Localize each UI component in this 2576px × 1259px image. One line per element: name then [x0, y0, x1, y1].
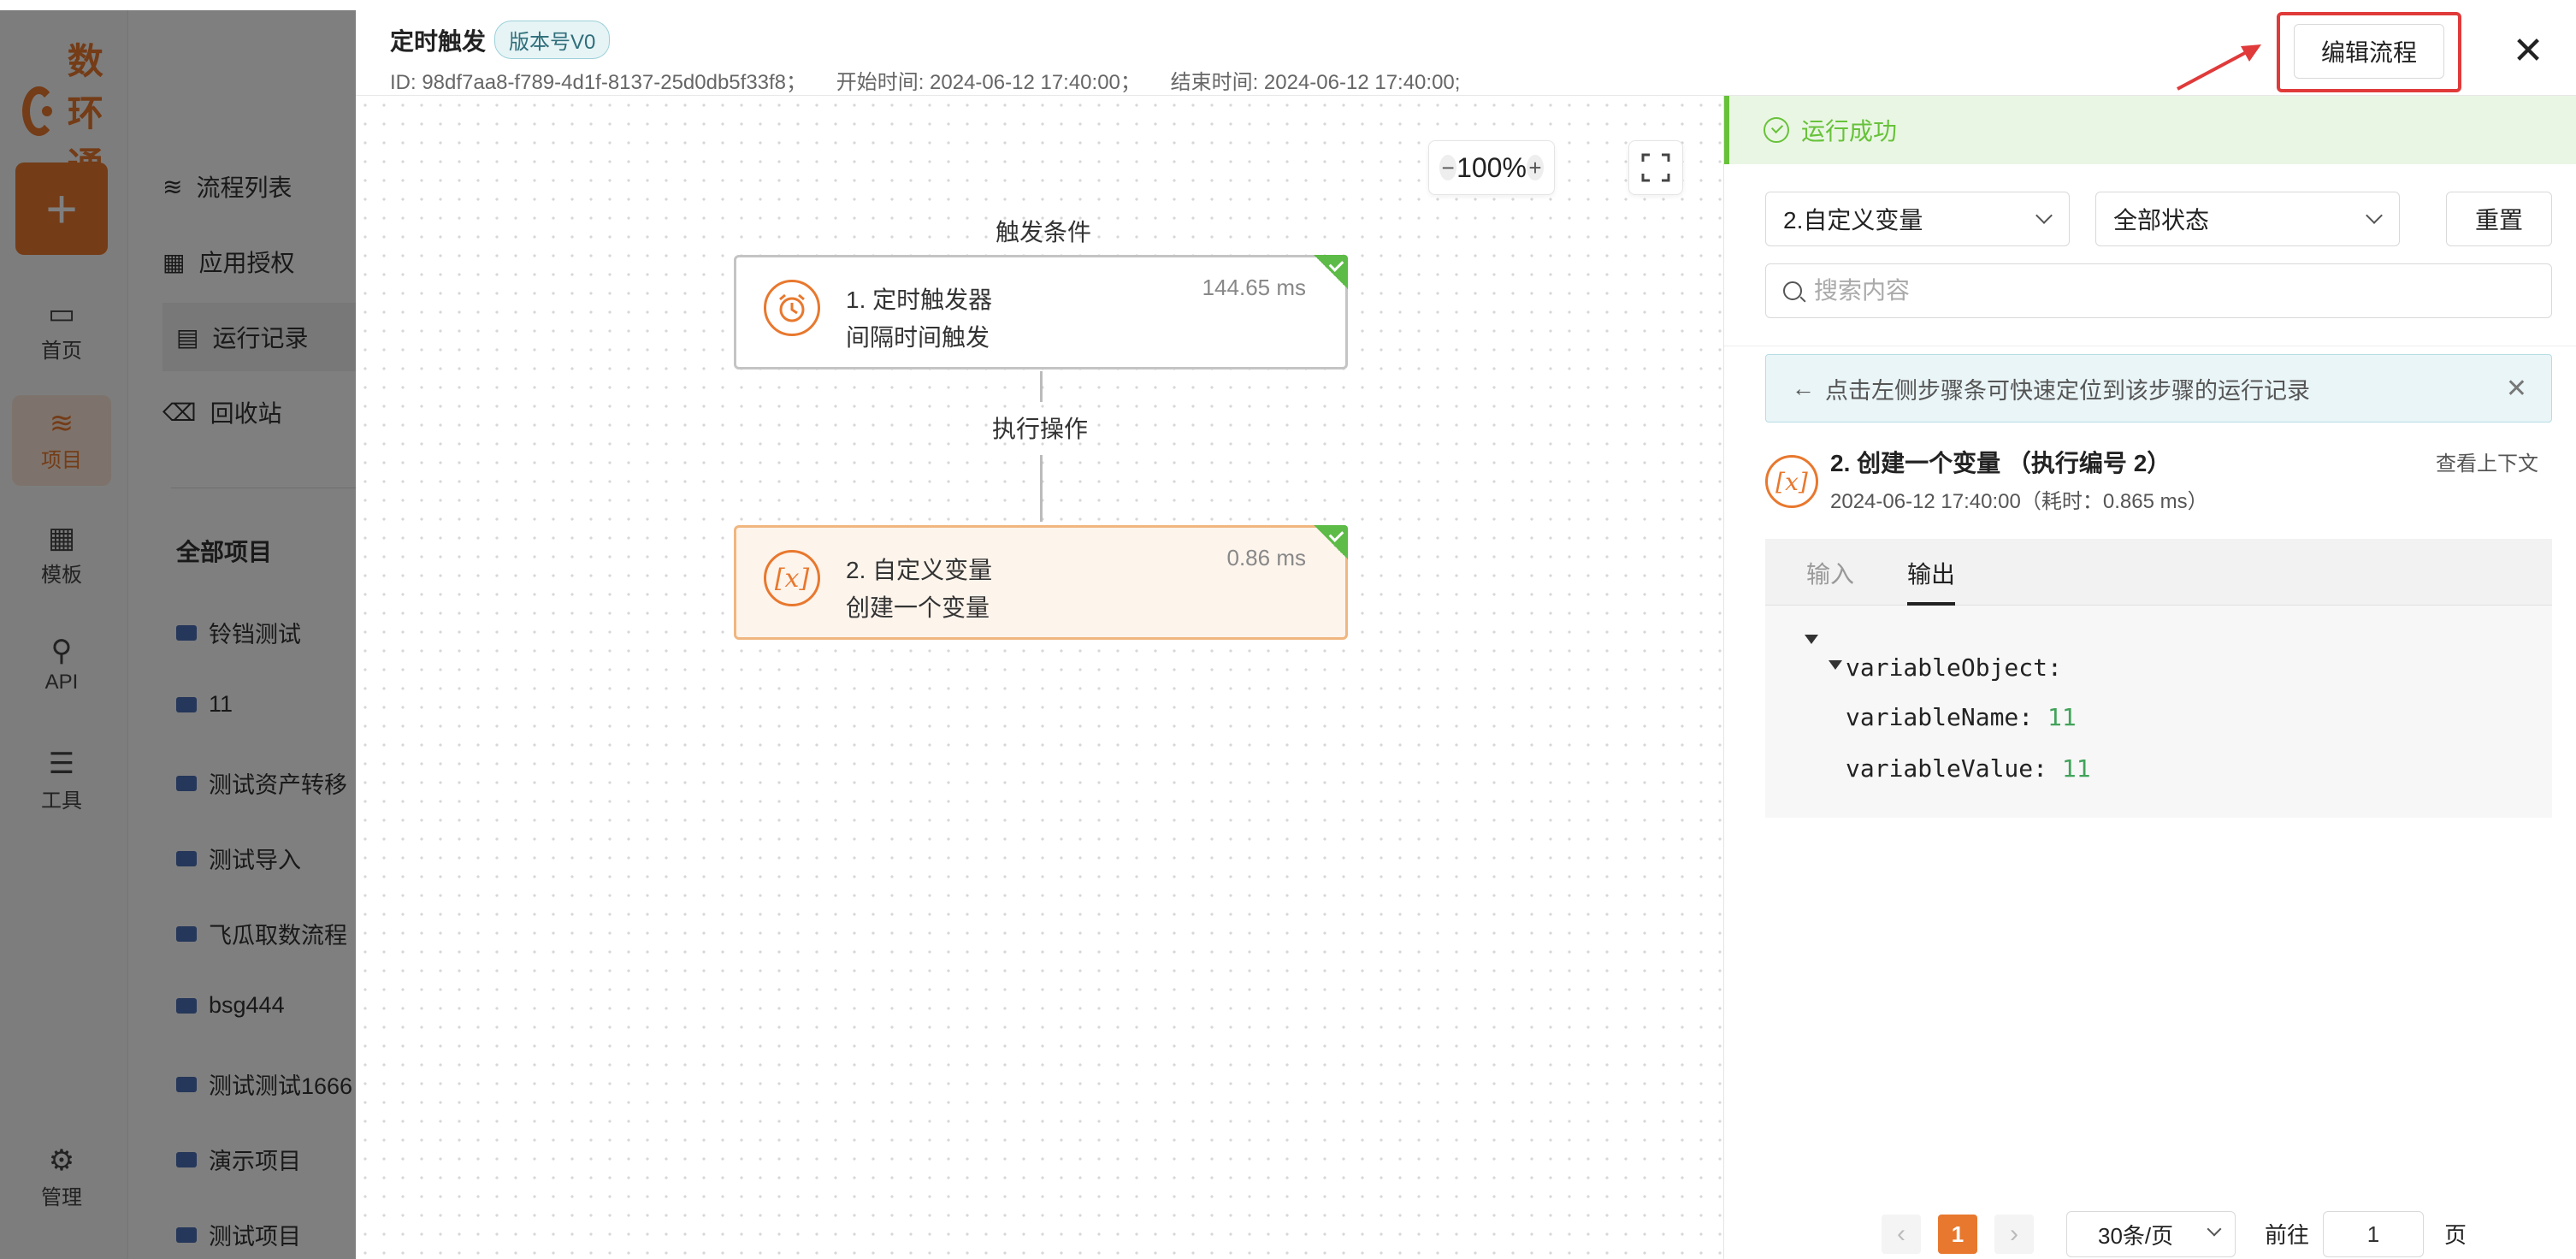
- success-check-icon: [1314, 255, 1348, 289]
- node-duration: 0.86 ms: [1226, 545, 1307, 570]
- chevron-down-icon: [2035, 207, 2053, 224]
- action-label: 执行操作: [992, 416, 1089, 442]
- variable-icon: [x]: [1765, 455, 1818, 508]
- red-arrow-annotation: [2177, 44, 2261, 91]
- pagination: ‹ 1 › 30条/页 前往 1 页: [1724, 1208, 2576, 1259]
- node-title: 2. 自定义变量: [846, 557, 993, 583]
- version-badge: 版本号V0: [494, 21, 611, 59]
- run-detail-drawer: 定时触发 版本号V0 ID: 98df7aa8-f789-4d1f-8137-2…: [356, 10, 2576, 1259]
- goto-page-input[interactable]: 1: [2323, 1211, 2424, 1257]
- success-check-icon: [1314, 525, 1348, 559]
- reset-button[interactable]: 重置: [2446, 192, 2552, 246]
- zoom-control: − 100% +: [1428, 140, 1555, 195]
- connector-line: [1040, 371, 1043, 402]
- page-size-select[interactable]: 30条/页: [2066, 1211, 2236, 1257]
- tab-output[interactable]: 输出: [1907, 556, 1955, 590]
- end-time: 结束时间: 2024-06-12 17:40:00;: [1170, 71, 1461, 94]
- connector-line: [1040, 455, 1043, 522]
- step-subtitle: 2024-06-12 17:40:00（耗时：0.865 ms）: [1830, 490, 2208, 513]
- fullscreen-icon: [1641, 153, 1670, 182]
- flow-canvas[interactable]: − 100% + 触发条件 1. 定时触发器 间隔时间触发 144.65 ms …: [356, 96, 1724, 1259]
- variable-icon: [x]: [764, 550, 820, 606]
- drawer-header: 定时触发 版本号V0 ID: 98df7aa8-f789-4d1f-8137-2…: [356, 10, 2576, 96]
- json-key: variableValue:: [1846, 754, 2048, 783]
- top-strip: [0, 0, 2576, 10]
- flow-node-trigger[interactable]: 1. 定时触发器 间隔时间触发 144.65 ms: [734, 255, 1348, 369]
- status-banner: 运行成功: [1724, 96, 2576, 164]
- json-key: variableName:: [1846, 703, 2034, 731]
- close-icon[interactable]: ✕: [2511, 33, 2545, 70]
- io-tabs: 输入 输出: [1765, 539, 2552, 606]
- node-title: 1. 定时触发器: [846, 287, 993, 313]
- next-page-button[interactable]: ›: [1994, 1215, 2034, 1254]
- fullscreen-button[interactable]: [1628, 140, 1683, 195]
- view-context-link[interactable]: 查看上下文: [2436, 446, 2538, 476]
- start-time: 开始时间: 2024-06-12 17:40:00；: [836, 71, 1141, 94]
- tab-input[interactable]: 输入: [1806, 556, 1854, 590]
- node-subtitle: 创建一个变量: [846, 594, 990, 621]
- edit-flow-button[interactable]: 编辑流程: [2294, 24, 2444, 79]
- status-select[interactable]: 全部状态: [2095, 192, 2400, 246]
- close-icon[interactable]: ✕: [2506, 374, 2527, 404]
- json-value: 11: [2061, 754, 2091, 783]
- run-id: ID: 98df7aa8-f789-4d1f-8137-25d0db5f33f8…: [390, 71, 807, 94]
- drawer-title: 定时触发 版本号V0: [390, 21, 611, 59]
- json-row: variableValue: 11: [1846, 754, 2091, 783]
- collapse-toggle-icon[interactable]: [1829, 660, 1842, 670]
- run-meta: ID: 98df7aa8-f789-4d1f-8137-25d0db5f33f8…: [390, 65, 1484, 95]
- modal-overlay[interactable]: [0, 0, 356, 1259]
- zoom-level: 100%: [1456, 151, 1527, 183]
- node-duration: 144.65 ms: [1202, 275, 1306, 300]
- chevron-down-icon: [2207, 1221, 2222, 1237]
- tip-banner: ← 点击左侧步骤条可快速定位到该步骤的运行记录 ✕: [1765, 354, 2552, 423]
- flow-node-variable[interactable]: [x] 2. 自定义变量 创建一个变量 0.86 ms: [734, 525, 1348, 640]
- output-json-viewer: variableObject: variableName: 11 variabl…: [1765, 606, 2552, 818]
- page-unit-label: 页: [2444, 1222, 2467, 1248]
- prev-page-button[interactable]: ‹: [1882, 1215, 1921, 1254]
- zoom-in-button[interactable]: +: [1526, 155, 1544, 180]
- tip-text: 点击左侧步骤条可快速定位到该步骤的运行记录: [1825, 377, 2310, 404]
- goto-label: 前往: [2265, 1222, 2310, 1248]
- trigger-label: 触发条件: [996, 219, 1092, 245]
- alarm-clock-icon: [764, 280, 820, 336]
- node-subtitle: 间隔时间触发: [846, 324, 990, 351]
- status-text: 运行成功: [1801, 118, 1898, 145]
- success-circle-icon: [1764, 117, 1789, 143]
- chevron-down-icon: [2366, 207, 2383, 224]
- search-input[interactable]: [1814, 277, 2498, 304]
- zoom-out-button[interactable]: −: [1439, 155, 1457, 180]
- search-box: [1765, 263, 2552, 318]
- json-value: 11: [2047, 703, 2077, 731]
- run-log-panel: 运行成功 2.自定义变量 全部状态 重置 ← 点击左侧步骤条可快速定位到该步骤的…: [1724, 96, 2576, 1259]
- flow-name: 定时触发: [390, 27, 487, 55]
- collapse-toggle-icon[interactable]: [1805, 635, 1818, 644]
- step-title: 2. 创建一个变量 （执行编号 2）: [1830, 450, 2171, 476]
- page-number-current[interactable]: 1: [1938, 1215, 1977, 1254]
- search-icon: [1783, 281, 1802, 300]
- step-select[interactable]: 2.自定义变量: [1765, 192, 2070, 246]
- json-key: variableObject:: [1846, 653, 2062, 682]
- json-row: variableName: 11: [1846, 703, 2077, 731]
- arrow-left-icon: ←: [1792, 375, 1815, 401]
